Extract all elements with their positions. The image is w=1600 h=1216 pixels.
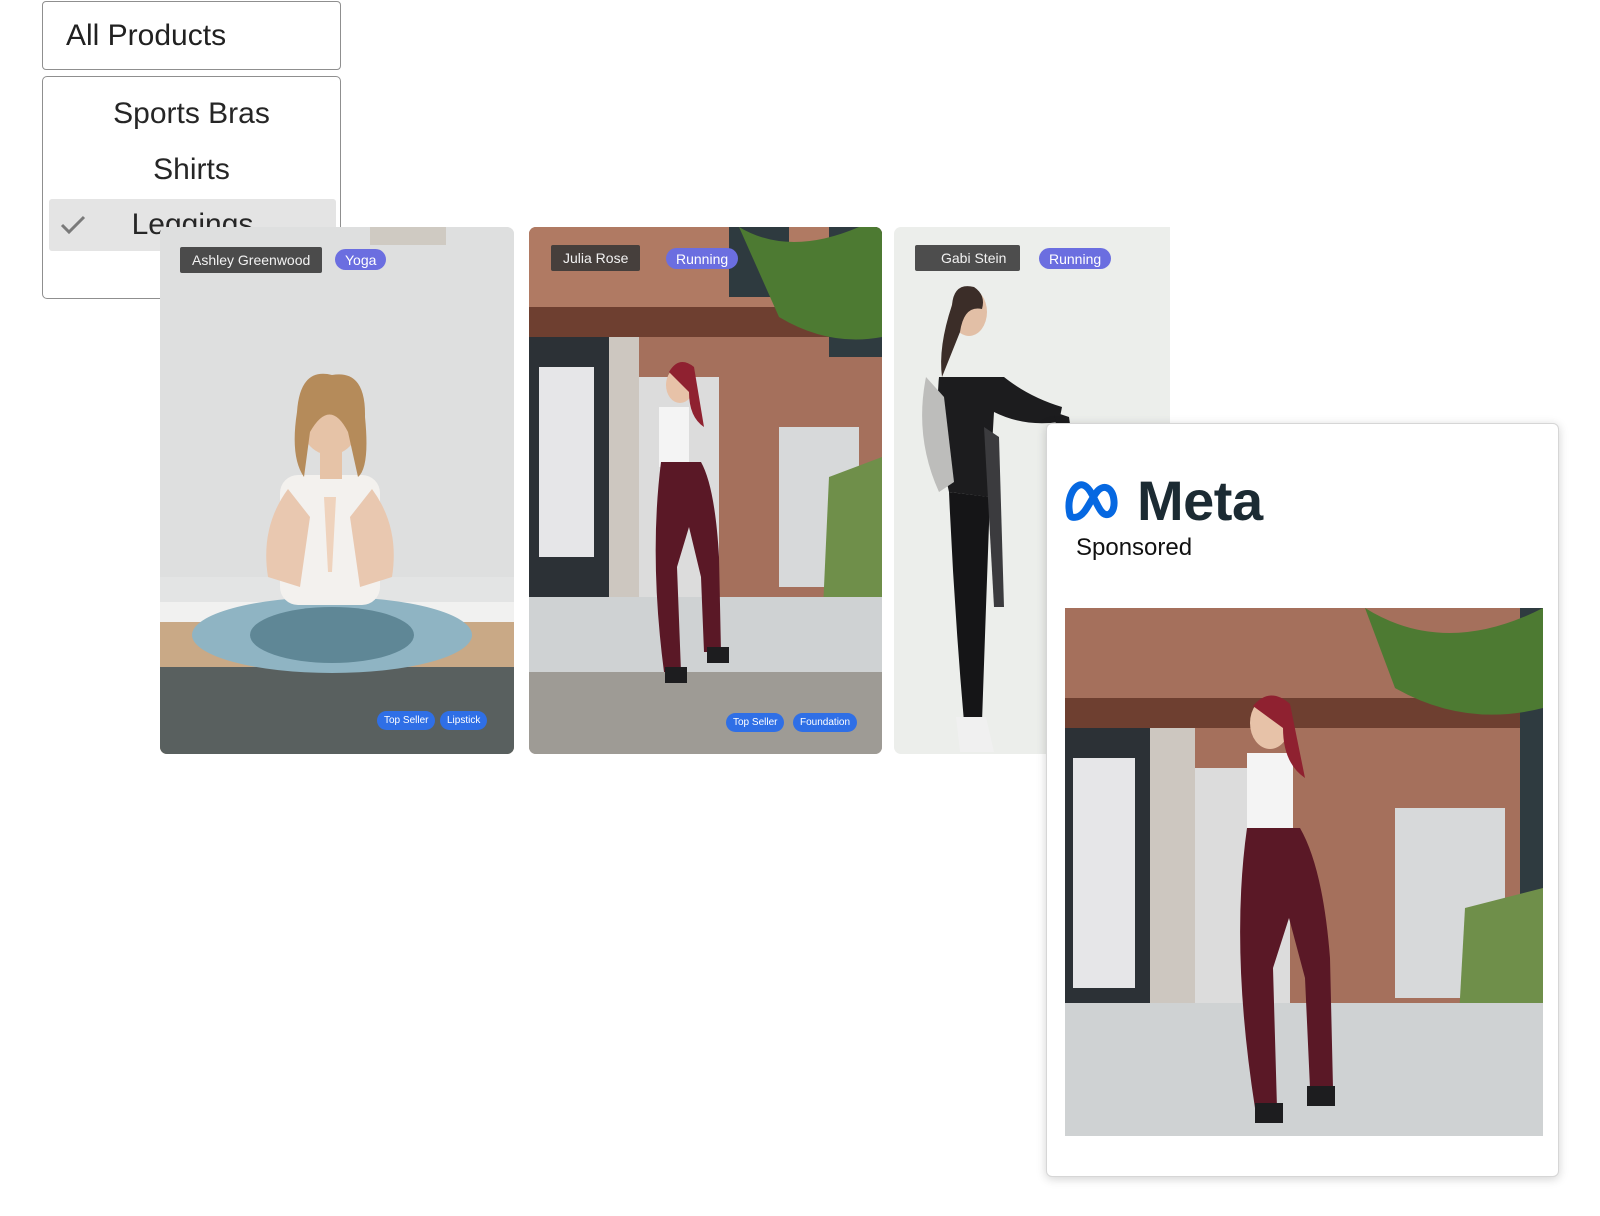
- chip-label: Foundation: [800, 717, 851, 728]
- category-label: Yoga: [345, 251, 377, 268]
- menu-option-sports-bras[interactable]: Sports Bras: [43, 88, 340, 140]
- creator-name: Gabi Stein: [941, 250, 1007, 266]
- sponsored-ad-card[interactable]: Meta Sponsored: [1046, 423, 1559, 1177]
- chip-label: Lipstick: [447, 715, 481, 726]
- product-filter-value: All Products: [66, 18, 227, 52]
- product-card[interactable]: Julia Rose Running Top Seller Foundation: [529, 227, 882, 754]
- tag-chip-product[interactable]: Foundation: [793, 713, 858, 732]
- check-icon: [60, 215, 86, 235]
- menu-option-label: Shirts: [153, 153, 230, 186]
- category-label: Running: [1049, 250, 1102, 267]
- creator-name-tag: Gabi Stein: [915, 245, 1021, 271]
- category-pill[interactable]: Running: [1039, 248, 1112, 269]
- product-photo: [529, 227, 882, 754]
- category-pill[interactable]: Yoga: [335, 249, 387, 270]
- product-photo: [160, 227, 514, 754]
- sponsored-label: Sponsored: [1076, 534, 1193, 561]
- menu-option-label: Sports Bras: [113, 97, 270, 130]
- tag-chip-product[interactable]: Lipstick: [440, 711, 488, 730]
- product-card[interactable]: Ashley Greenwood Yoga Top Seller Lipstic…: [160, 227, 514, 754]
- chip-label: Top Seller: [733, 717, 778, 728]
- creator-name-tag: Ashley Greenwood: [180, 247, 323, 273]
- creator-name: Julia Rose: [563, 250, 629, 266]
- creator-name-tag: Julia Rose: [551, 245, 641, 271]
- menu-option-shirts[interactable]: Shirts: [43, 144, 340, 196]
- creator-name: Ashley Greenwood: [192, 252, 311, 268]
- category-pill[interactable]: Running: [666, 248, 739, 269]
- tag-chip-top-seller[interactable]: Top Seller: [726, 713, 785, 732]
- category-label: Running: [676, 250, 729, 267]
- meta-brand-name: Meta: [1137, 469, 1263, 532]
- tag-chip-top-seller[interactable]: Top Seller: [377, 711, 436, 730]
- meta-logo-icon: [1065, 481, 1118, 521]
- product-filter-select[interactable]: All Products: [42, 1, 341, 70]
- ad-photo: [1065, 608, 1543, 1136]
- chip-label: Top Seller: [384, 715, 429, 726]
